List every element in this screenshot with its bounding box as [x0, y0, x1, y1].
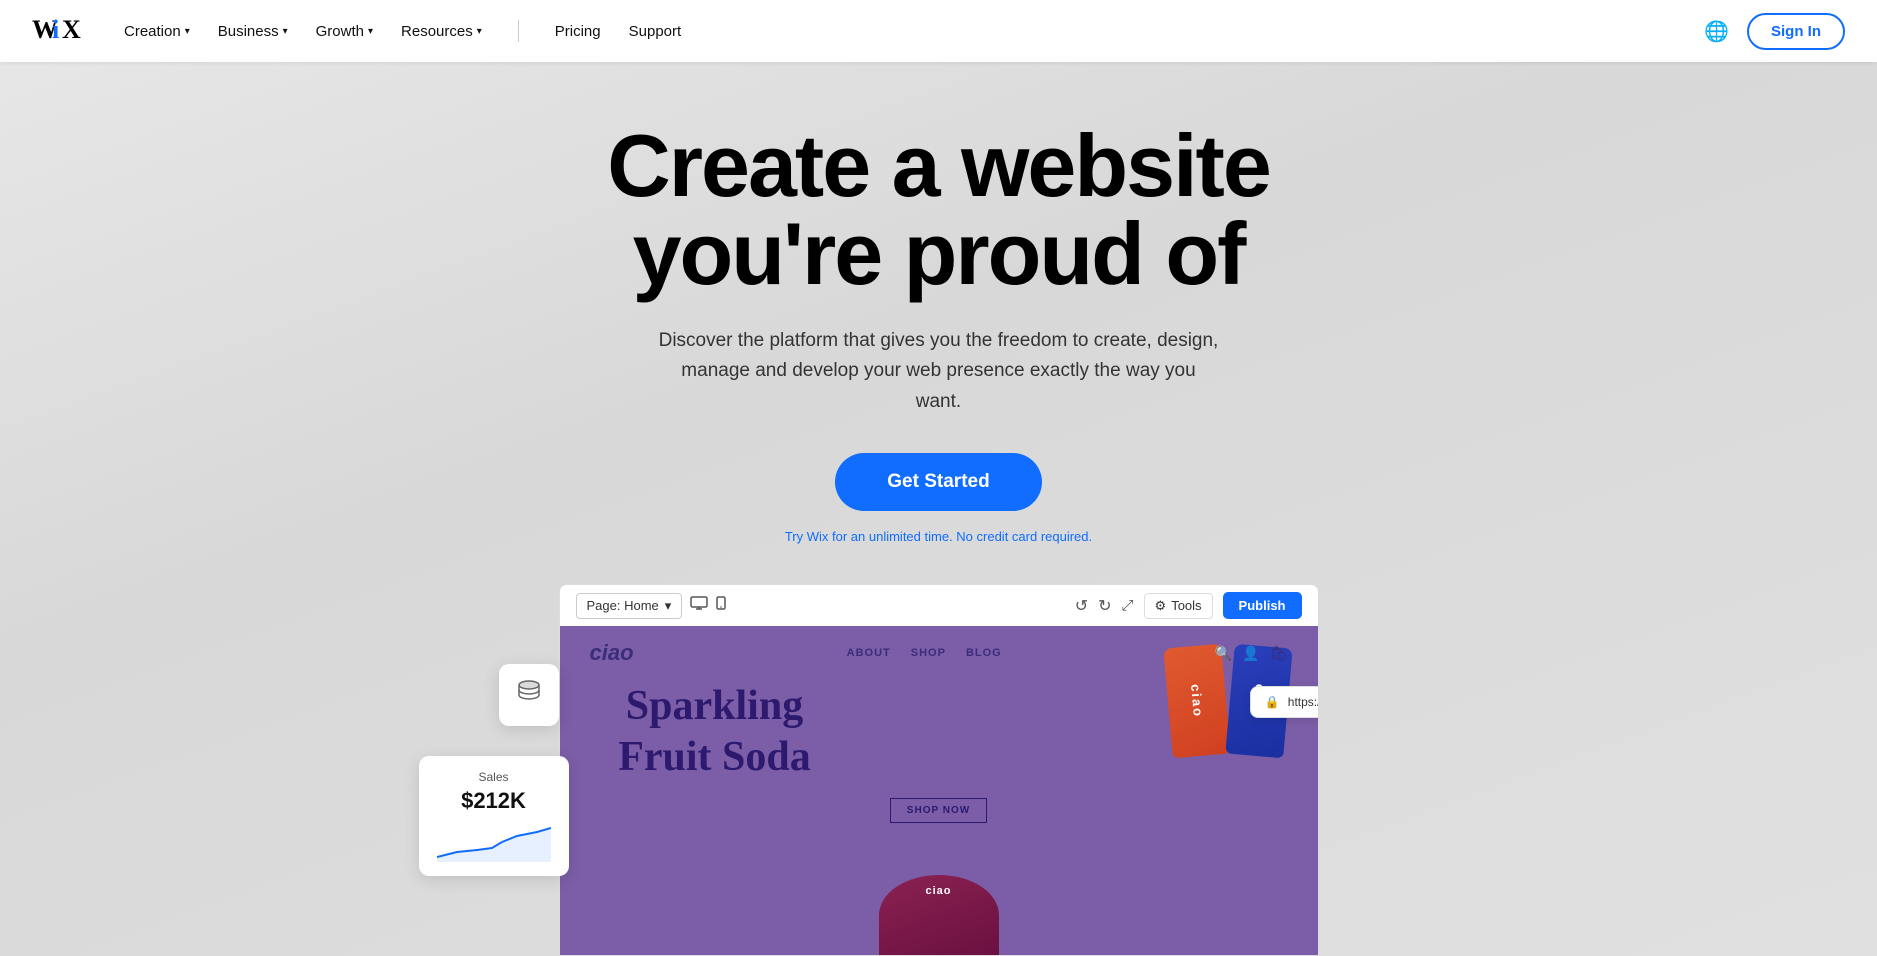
bottom-can: ciao	[879, 875, 999, 955]
url-bar: 🔒 https://www.ciaodrinks.com	[1250, 686, 1319, 718]
hero-title: Create a website you're proud of	[607, 122, 1270, 298]
globe-icon[interactable]: 🌐	[1704, 19, 1729, 44]
chevron-down-icon: ▾	[283, 26, 288, 37]
site-logo: ciao	[590, 640, 634, 666]
hero-subtitle: Discover the platform that gives you the…	[658, 326, 1218, 417]
wix-logo[interactable]: W i X	[32, 14, 88, 49]
editor-canvas: 🔒 https://www.ciaodrinks.com ciao Prebio…	[559, 626, 1319, 956]
toolbar-right: ↺ ↻ ⤢ ⚙ Tools Publish	[1075, 592, 1302, 619]
nav-support[interactable]: Support	[629, 23, 682, 40]
editor-mockup: Sales $212K Page: Home ▾	[559, 584, 1319, 956]
nav-business[interactable]: Business ▾	[218, 23, 288, 40]
hero-section: Create a website you're proud of Discove…	[0, 0, 1877, 956]
main-nav: W i X Creation ▾ Business ▾ Growth ▾ Res…	[0, 0, 1877, 62]
site-shop-now-button[interactable]: SHOP NOW	[890, 798, 987, 823]
mobile-icon[interactable]	[716, 596, 726, 615]
nav-pricing[interactable]: Pricing	[555, 23, 601, 40]
nav-divider	[518, 20, 519, 42]
search-icon: 🔍	[1215, 645, 1232, 662]
site-nav-shop: SHOP	[911, 647, 946, 659]
wrench-icon: ⚙	[1155, 598, 1167, 614]
sales-label: Sales	[437, 770, 551, 784]
site-nav-blog: BLOG	[966, 647, 1002, 659]
nav-right: 🌐 Sign In	[1704, 13, 1845, 50]
page-selector[interactable]: Page: Home ▾	[576, 593, 683, 619]
user-icon: 👤	[1242, 645, 1259, 662]
svg-text:X: X	[62, 15, 81, 42]
chevron-down-icon: ▾	[368, 26, 373, 37]
chevron-down-icon: ▾	[185, 26, 190, 37]
site-nav-about: ABOUT	[847, 647, 891, 659]
sales-amount: $212K	[437, 788, 551, 814]
chevron-down-icon: ▾	[665, 598, 672, 614]
sign-in-button[interactable]: Sign In	[1747, 13, 1845, 50]
nav-links: Creation ▾ Business ▾ Growth ▾ Resources…	[124, 20, 681, 42]
svg-text:i: i	[52, 15, 59, 42]
tools-button[interactable]: ⚙ Tools	[1144, 593, 1213, 619]
site-nav-links: ABOUT SHOP BLOG	[847, 647, 1002, 659]
hero-text-block: Create a website you're proud of Discove…	[607, 62, 1270, 544]
nav-creation[interactable]: Creation ▾	[124, 23, 190, 40]
publish-button[interactable]: Publish	[1223, 592, 1302, 619]
database-widget	[499, 664, 559, 726]
site-hero-title: Sparkling Fruit Soda	[590, 681, 840, 782]
chevron-down-icon: ▾	[477, 26, 482, 37]
try-wix-text: Try Wix for an unlimited time. No credit…	[607, 529, 1270, 544]
editor-toolbar: Page: Home ▾	[559, 584, 1319, 626]
undo-icon[interactable]: ↺	[1075, 596, 1088, 616]
nav-growth[interactable]: Growth ▾	[316, 23, 373, 40]
sales-widget: Sales $212K	[419, 756, 569, 876]
database-icon	[513, 676, 545, 714]
sales-chart	[437, 822, 551, 862]
nav-resources[interactable]: Resources ▾	[401, 23, 482, 40]
lock-icon: 🔒	[1265, 695, 1280, 709]
redo-icon[interactable]: ↻	[1098, 596, 1111, 616]
expand-icon[interactable]: ⤢	[1122, 597, 1134, 614]
toolbar-left: Page: Home ▾	[576, 593, 727, 619]
bag-icon: 🛍	[1270, 645, 1288, 662]
site-nav-icons: 🔍 👤 🛍	[1215, 645, 1288, 662]
nav-left: W i X Creation ▾ Business ▾ Growth ▾ Res…	[32, 14, 681, 49]
desktop-icon[interactable]	[690, 596, 708, 615]
toolbar-icons	[690, 596, 726, 615]
get-started-button[interactable]: Get Started	[835, 453, 1041, 511]
site-nav: ciao ABOUT SHOP BLOG 🔍 👤 🛍	[560, 626, 1318, 680]
